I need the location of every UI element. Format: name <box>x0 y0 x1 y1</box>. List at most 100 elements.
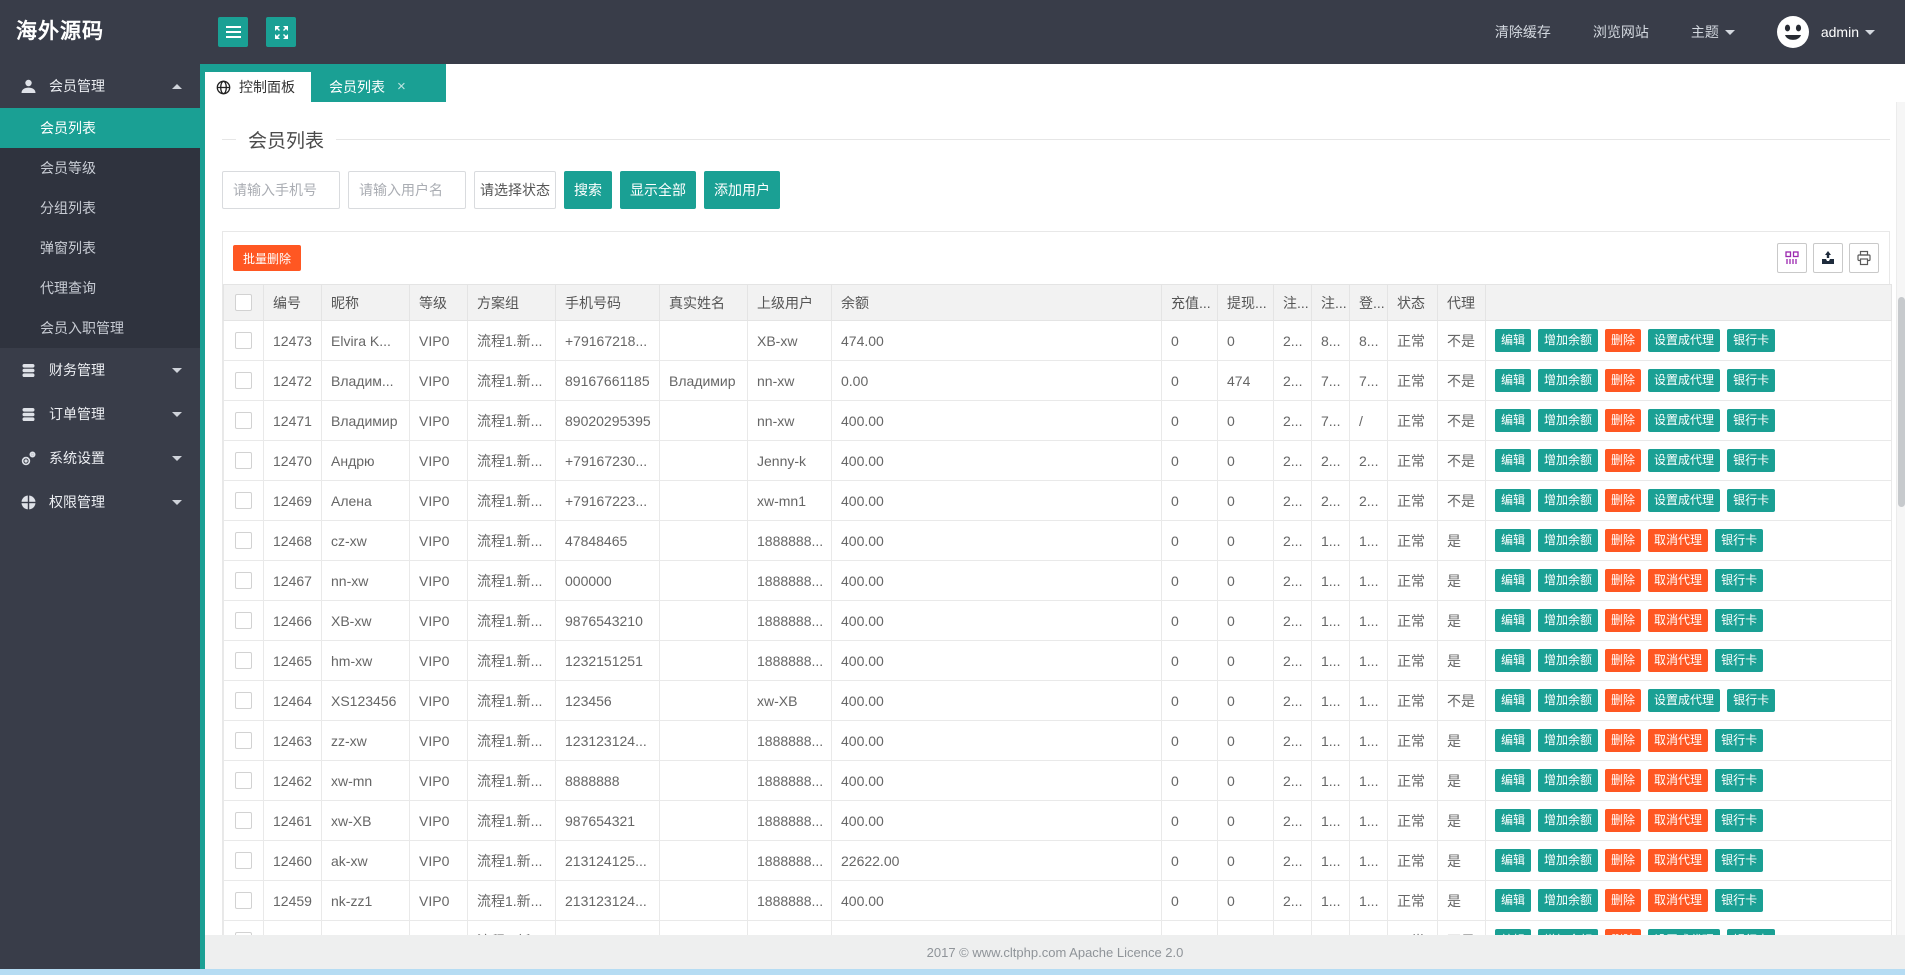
add-balance-button[interactable]: 增加余额 <box>1538 649 1599 672</box>
agent-toggle-button[interactable]: 取消代理 <box>1648 529 1709 552</box>
add-user-button[interactable]: 添加用户 <box>704 171 780 209</box>
bank-card-button[interactable]: 银行卡 <box>1727 329 1776 352</box>
search-button[interactable]: 搜索 <box>564 171 612 209</box>
add-balance-button[interactable]: 增加余额 <box>1538 569 1599 592</box>
admin-dropdown[interactable]: admin <box>1821 24 1875 40</box>
sidebar-section-4[interactable]: 权限管理 <box>0 480 200 524</box>
row-checkbox[interactable] <box>235 892 252 910</box>
delete-button[interactable]: 删除 <box>1605 529 1642 552</box>
delete-button[interactable]: 删除 <box>1605 849 1642 872</box>
row-checkbox[interactable] <box>235 612 252 630</box>
phone-input[interactable] <box>222 171 340 209</box>
agent-toggle-button[interactable]: 取消代理 <box>1648 569 1709 592</box>
agent-toggle-button[interactable]: 取消代理 <box>1648 769 1709 792</box>
delete-button[interactable]: 删除 <box>1605 729 1642 752</box>
clear-cache-link[interactable]: 清除缓存 <box>1495 22 1551 42</box>
row-checkbox[interactable] <box>235 452 252 470</box>
agent-toggle-button[interactable]: 设置成代理 <box>1648 689 1721 712</box>
add-balance-button[interactable]: 增加余额 <box>1538 889 1599 912</box>
add-balance-button[interactable]: 增加余额 <box>1538 729 1599 752</box>
bank-card-button[interactable]: 银行卡 <box>1715 769 1764 792</box>
bank-card-button[interactable]: 银行卡 <box>1715 649 1764 672</box>
row-checkbox[interactable] <box>235 372 252 390</box>
agent-toggle-button[interactable]: 设置成代理 <box>1648 449 1721 472</box>
agent-toggle-button[interactable]: 取消代理 <box>1648 729 1709 752</box>
delete-button[interactable]: 删除 <box>1605 609 1642 632</box>
add-balance-button[interactable]: 增加余额 <box>1538 809 1599 832</box>
edit-button[interactable]: 编辑 <box>1495 369 1532 392</box>
agent-toggle-button[interactable]: 取消代理 <box>1648 649 1709 672</box>
add-balance-button[interactable]: 增加余额 <box>1538 689 1599 712</box>
sidebar-item-0-5[interactable]: 会员入职管理 <box>0 308 200 348</box>
delete-button[interactable]: 删除 <box>1605 569 1642 592</box>
add-balance-button[interactable]: 增加余额 <box>1538 329 1599 352</box>
row-checkbox[interactable] <box>235 812 252 830</box>
bank-card-button[interactable]: 银行卡 <box>1715 849 1764 872</box>
bank-card-button[interactable]: 银行卡 <box>1727 449 1776 472</box>
edit-button[interactable]: 编辑 <box>1495 449 1532 472</box>
row-checkbox[interactable] <box>235 732 252 750</box>
avatar[interactable] <box>1775 14 1811 50</box>
edit-button[interactable]: 编辑 <box>1495 489 1532 512</box>
sidebar-section-0[interactable]: 会员管理 <box>0 64 200 108</box>
bank-card-button[interactable]: 银行卡 <box>1715 529 1764 552</box>
bank-card-button[interactable]: 银行卡 <box>1715 729 1764 752</box>
show-all-button[interactable]: 显示全部 <box>620 171 696 209</box>
close-icon[interactable]: × <box>397 72 406 102</box>
row-checkbox[interactable] <box>235 332 252 350</box>
select-all-checkbox[interactable] <box>235 294 252 312</box>
edit-button[interactable]: 编辑 <box>1495 809 1532 832</box>
sidebar-section-2[interactable]: 订单管理 <box>0 392 200 436</box>
agent-toggle-button[interactable]: 设置成代理 <box>1648 409 1721 432</box>
bottom-scrollbar[interactable] <box>0 969 1905 975</box>
add-balance-button[interactable]: 增加余额 <box>1538 769 1599 792</box>
row-checkbox[interactable] <box>235 572 252 590</box>
agent-toggle-button[interactable]: 设置成代理 <box>1648 329 1721 352</box>
fullscreen-button[interactable] <box>266 17 296 47</box>
add-balance-button[interactable]: 增加余额 <box>1538 609 1599 632</box>
sidebar-item-0-4[interactable]: 代理查询 <box>0 268 200 308</box>
sidebar-section-1[interactable]: 财务管理 <box>0 348 200 392</box>
edit-button[interactable]: 编辑 <box>1495 729 1532 752</box>
edit-button[interactable]: 编辑 <box>1495 849 1532 872</box>
bank-card-button[interactable]: 银行卡 <box>1715 569 1764 592</box>
delete-button[interactable]: 删除 <box>1605 769 1642 792</box>
agent-toggle-button[interactable]: 取消代理 <box>1648 809 1709 832</box>
row-checkbox[interactable] <box>235 492 252 510</box>
delete-button[interactable]: 删除 <box>1605 689 1642 712</box>
delete-button[interactable]: 删除 <box>1605 489 1642 512</box>
sidebar-item-0-2[interactable]: 分组列表 <box>0 188 200 228</box>
scrollbar-thumb[interactable] <box>1898 297 1905 507</box>
bank-card-button[interactable]: 银行卡 <box>1715 889 1764 912</box>
add-balance-button[interactable]: 增加余额 <box>1538 449 1599 472</box>
sidebar-item-0-0[interactable]: 会员列表 <box>0 108 200 148</box>
sidebar-item-0-1[interactable]: 会员等级 <box>0 148 200 188</box>
edit-button[interactable]: 编辑 <box>1495 689 1532 712</box>
vertical-scrollbar[interactable] <box>1896 102 1905 969</box>
row-checkbox[interactable] <box>235 652 252 670</box>
print-button[interactable] <box>1849 243 1879 273</box>
bank-card-button[interactable]: 银行卡 <box>1715 609 1764 632</box>
add-balance-button[interactable]: 增加余额 <box>1538 489 1599 512</box>
edit-button[interactable]: 编辑 <box>1495 569 1532 592</box>
delete-button[interactable]: 删除 <box>1605 409 1642 432</box>
edit-button[interactable]: 编辑 <box>1495 609 1532 632</box>
row-checkbox[interactable] <box>235 412 252 430</box>
agent-toggle-button[interactable]: 取消代理 <box>1648 849 1709 872</box>
browse-site-link[interactable]: 浏览网站 <box>1593 22 1649 42</box>
delete-button[interactable]: 删除 <box>1605 369 1642 392</box>
row-checkbox[interactable] <box>235 532 252 550</box>
edit-button[interactable]: 编辑 <box>1495 529 1532 552</box>
add-balance-button[interactable]: 增加余额 <box>1538 369 1599 392</box>
add-balance-button[interactable]: 增加余额 <box>1538 849 1599 872</box>
bank-card-button[interactable]: 银行卡 <box>1715 809 1764 832</box>
delete-button[interactable]: 删除 <box>1605 449 1642 472</box>
delete-button[interactable]: 删除 <box>1605 329 1642 352</box>
sidebar-item-0-3[interactable]: 弹窗列表 <box>0 228 200 268</box>
edit-button[interactable]: 编辑 <box>1495 409 1532 432</box>
username-input[interactable] <box>348 171 466 209</box>
theme-dropdown[interactable]: 主题 <box>1691 22 1735 42</box>
row-checkbox[interactable] <box>235 692 252 710</box>
delete-button[interactable]: 删除 <box>1605 649 1642 672</box>
edit-button[interactable]: 编辑 <box>1495 649 1532 672</box>
